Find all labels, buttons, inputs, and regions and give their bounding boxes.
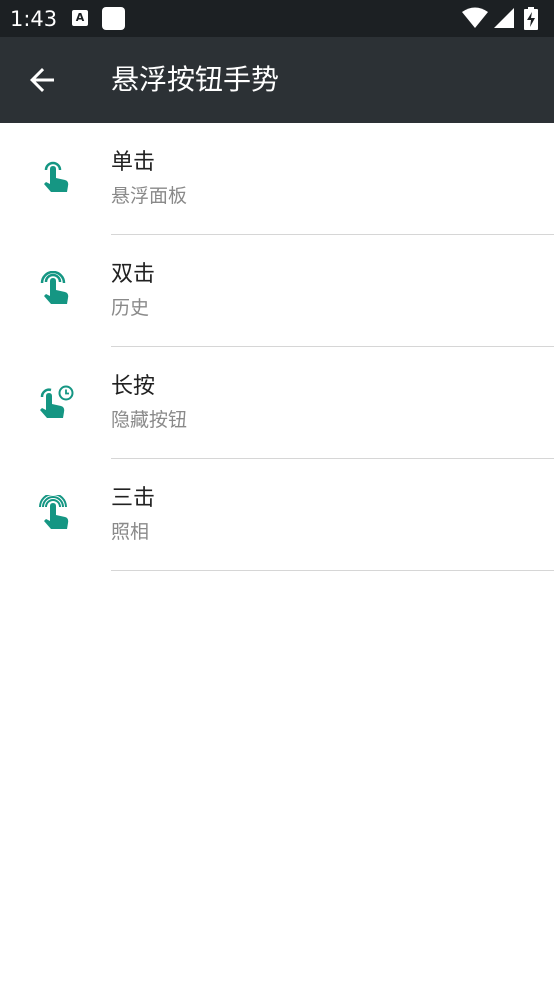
gesture-list: 单击 悬浮面板 双击 历史 长按 隐藏按钮 三击 照相 (0, 123, 554, 571)
status-time: 1:43 (10, 7, 58, 31)
item-title: 双击 (111, 262, 156, 287)
item-title: 长按 (111, 374, 156, 399)
page-title: 悬浮按钮手势 (111, 63, 280, 96)
arrow-back-icon (30, 68, 54, 92)
wifi-icon (462, 7, 488, 28)
a-notification-icon: A (72, 10, 88, 26)
item-summary: 历史 (111, 297, 150, 319)
single-tap-gesture-icon (44, 161, 69, 192)
list-item-single-tap[interactable]: 单击 悬浮面板 (0, 123, 554, 235)
long-press-gesture-icon (40, 385, 74, 418)
item-summary: 隐藏按钮 (111, 409, 188, 431)
item-title: 单击 (111, 150, 156, 175)
item-summary: 悬浮面板 (111, 185, 188, 207)
list-item-long-press[interactable]: 长按 隐藏按钮 (0, 347, 554, 459)
double-tap-gesture-icon (40, 271, 69, 304)
list-divider (111, 570, 554, 571)
item-title: 三击 (111, 486, 156, 511)
back-button[interactable] (18, 56, 66, 104)
item-summary: 照相 (111, 521, 150, 543)
triple-tap-gesture-icon (39, 495, 69, 529)
list-item-double-tap[interactable]: 双击 历史 (0, 235, 554, 347)
a-notification-letter: A (75, 11, 85, 24)
cell-signal-icon (494, 8, 514, 28)
app-bar: 悬浮按钮手势 (0, 37, 554, 123)
list-item-triple-tap[interactable]: 三击 照相 (0, 459, 554, 571)
status-bar: 1:43 A (0, 0, 554, 37)
battery-charging-icon (524, 7, 538, 30)
square-notification-icon (102, 7, 125, 30)
